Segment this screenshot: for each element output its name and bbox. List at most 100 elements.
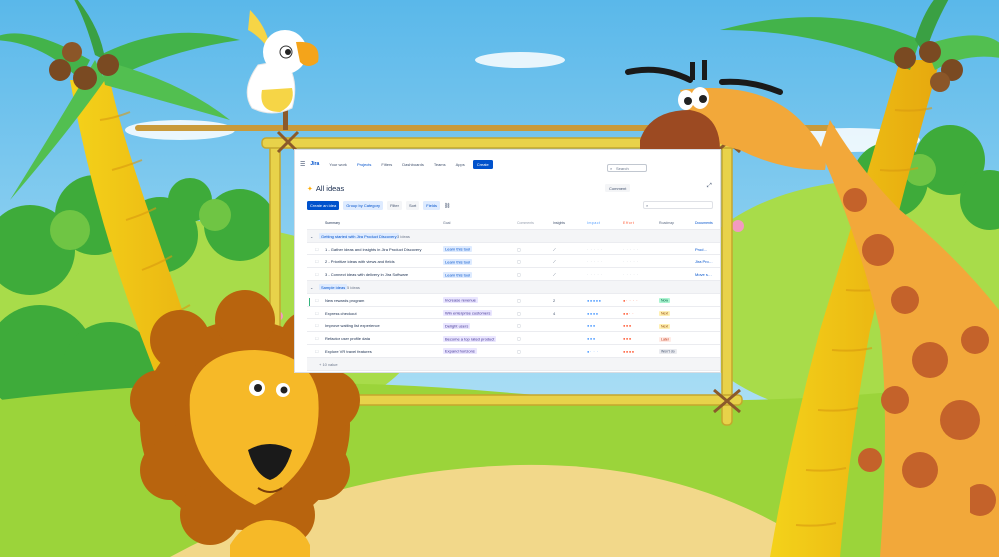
nav-projects[interactable]: Projects [357,162,371,167]
table-row[interactable]: ☐ Improve waiting list experience Deligh… [307,319,720,333]
comment-icon[interactable]: ▢ [517,298,521,303]
effort-rating[interactable]: · · · · · [623,247,639,252]
nav-filters[interactable]: Filters [381,162,392,167]
jira-logo[interactable]: Jira [310,161,319,167]
roadmap-badge[interactable]: Next [659,311,671,317]
chevron-down-icon[interactable]: ⌄ [310,285,313,290]
row-checkbox[interactable]: ☐ [315,323,319,328]
impact-rating[interactable]: · · · · · [587,247,603,252]
document-link[interactable]: Move s… [695,272,712,277]
impact-rating[interactable]: ●· · · [587,349,599,354]
impact-rating[interactable]: · · · · · [587,272,603,277]
table-row[interactable]: ☐ 3 - Connect ideas with delivery in Jir… [307,268,720,281]
table-row[interactable]: ☐ Express checkout Win enterprise custom… [307,307,720,320]
idea-summary[interactable]: Explore VR travel features [325,349,372,354]
search-input[interactable]: ⌕ Search [607,164,647,172]
effort-rating[interactable]: ●●· · [623,311,634,316]
effort-rating[interactable]: · · · · · [623,272,639,277]
insights-count: 2 [553,297,556,303]
idea-summary[interactable]: New rewards program [325,298,364,303]
col-documents[interactable]: Documents [695,221,713,225]
idea-summary[interactable]: Express checkout [325,311,357,316]
add-row[interactable]: + 10 value [307,357,720,371]
insights-icon: ⟋ [553,259,556,265]
impact-rating[interactable]: ●●●●● [587,298,602,303]
chevron-down-icon[interactable]: ⌄ [310,234,313,239]
expand-icon[interactable]: ⤢ [707,183,712,190]
link-icon[interactable]: ⛓ [444,203,450,209]
impact-rating[interactable]: · · · · · [587,259,603,264]
effort-rating[interactable]: ●●● [623,323,632,328]
col-summary[interactable]: Summary [325,221,340,225]
group-by-label: Group by [346,203,363,208]
idea-summary[interactable]: 3 - Connect ideas with delivery in Jira … [325,272,408,277]
row-checkbox[interactable]: ☐ [315,311,319,316]
table-row[interactable]: ☐ 2 - Prioritize ideas with views and fi… [307,255,720,269]
table-row[interactable]: ☐ 1 - Gather ideas and insights in Jira … [307,243,720,256]
group-by-button[interactable]: Group by Category [343,201,384,210]
row-checkbox[interactable]: ☐ [315,349,319,354]
fields-button[interactable]: Fields [423,201,440,210]
roadmap-badge[interactable]: Next [659,323,671,329]
row-checkbox[interactable]: ☐ [315,259,319,264]
nav-your-work[interactable]: Your work [329,162,347,167]
col-insights[interactable]: Insights [553,221,565,225]
comment-icon[interactable]: ▢ [517,247,521,252]
effort-rating[interactable]: ●●● [623,336,632,341]
document-link[interactable]: Jira Pro… [695,259,713,264]
create-button[interactable]: Create [472,159,493,169]
document-link[interactable]: Prod… [695,247,707,252]
insights-icon: ⟋ [553,246,556,252]
nav-dashboards[interactable]: Dashboards [402,162,424,167]
create-idea-button[interactable]: Create an idea [307,201,340,210]
roadmap-badge[interactable]: Now [659,298,671,304]
row-checkbox[interactable]: ☐ [315,336,319,341]
row-checkbox[interactable]: ☐ [315,298,319,303]
effort-rating[interactable]: · · · · · [623,259,639,264]
comment-icon[interactable]: ▢ [517,259,521,264]
group-label: Getting started with Jira Product Discov… [319,233,399,240]
view-toolbar: Create an idea Group by Category Filter … [307,201,450,210]
goal-tag: Win enterprise customers [443,310,493,317]
idea-summary[interactable]: 2 - Prioritize ideas with views and fiel… [325,259,395,264]
roadmap-badge[interactable]: Won't do [659,349,677,355]
row-checkbox[interactable]: ☐ [315,272,319,277]
impact-rating[interactable]: ●●● [587,323,596,328]
roadmap-badge[interactable]: Later [659,336,671,342]
impact-rating[interactable]: ●●● [587,336,596,341]
group-count: 5 ideas [347,284,360,290]
comment-icon[interactable]: ▢ [517,311,521,316]
effort-rating[interactable]: ●●●● [623,349,635,354]
table-row[interactable]: ☐ Refactor user profile data Become a to… [307,332,720,345]
app-switcher-icon[interactable]: ☰ [300,161,305,168]
add-row-label[interactable]: + 10 value [319,362,338,367]
nav-teams[interactable]: Teams [434,162,446,167]
goal-tag: Learn this tool [443,271,473,278]
group-header[interactable]: ⌄ Sample ideas 5 ideas [307,280,720,294]
idea-summary[interactable]: 1 - Gather ideas and insights in Jira Pr… [325,247,422,252]
goal-tag: Expand horizons [443,348,477,355]
comment-icon[interactable]: ▢ [517,272,521,277]
col-goal[interactable]: Goal [443,221,450,225]
comment-icon[interactable]: ▢ [517,323,521,328]
col-effort[interactable]: Effort [623,221,634,225]
sort-button[interactable]: Sort [405,201,420,210]
impact-rating[interactable]: ●●●● [587,311,599,316]
group-header[interactable]: ⌄ Getting started with Jira Product Disc… [307,229,720,243]
insights-count: 4 [553,310,556,316]
comment-button[interactable]: Comment [605,184,631,192]
effort-rating[interactable]: ●· · · · [623,298,638,303]
filter-button[interactable]: Filter [387,201,402,210]
table-row[interactable]: ☐ Explore VR travel features Expand hori… [307,345,720,358]
col-roadmap[interactable]: Roadmap [659,221,674,225]
nav-apps[interactable]: Apps [456,162,465,167]
col-impact[interactable]: Impact [587,221,601,225]
row-checkbox[interactable]: ☐ [315,247,319,252]
view-search-input[interactable]: ⌕ [643,201,713,209]
comment-icon[interactable]: ▢ [517,349,521,354]
table-row[interactable]: ☐ New rewards program Increase revenue ▢… [307,294,720,307]
idea-summary[interactable]: Refactor user profile data [325,336,370,341]
idea-summary[interactable]: Improve waiting list experience [325,323,380,328]
col-comments[interactable]: Comments [517,221,534,225]
comment-icon[interactable]: ▢ [517,336,521,341]
